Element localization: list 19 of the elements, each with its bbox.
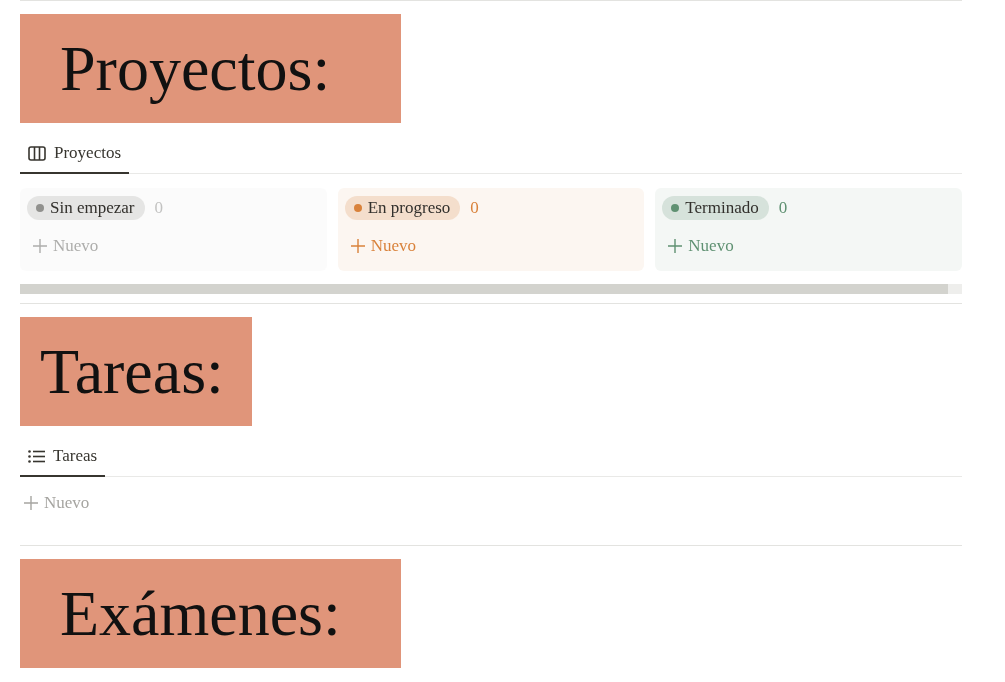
columns-icon (28, 145, 46, 161)
list-icon (28, 449, 45, 463)
new-button[interactable]: Nuevo (662, 236, 734, 256)
item-count: 0 (470, 198, 479, 218)
view-tab[interactable]: Tareas (20, 440, 106, 477)
view-tab[interactable]: Proyectos (20, 137, 130, 174)
status-tag[interactable]: Terminado (662, 196, 769, 220)
section-heading: Proyectos: (20, 14, 401, 123)
status-tag[interactable]: Sin empezar (27, 196, 145, 220)
plus-icon (33, 239, 47, 253)
plus-icon (668, 239, 683, 253)
scrollbar[interactable] (20, 284, 962, 294)
status-tag[interactable]: En progreso (344, 196, 461, 220)
item-count: 0 (154, 198, 163, 218)
item-count: 0 (778, 198, 788, 218)
section-heading: Tareas: (20, 317, 252, 426)
plus-icon (24, 496, 38, 510)
plus-icon (350, 239, 365, 253)
section-heading: Exámenes: (20, 559, 401, 668)
